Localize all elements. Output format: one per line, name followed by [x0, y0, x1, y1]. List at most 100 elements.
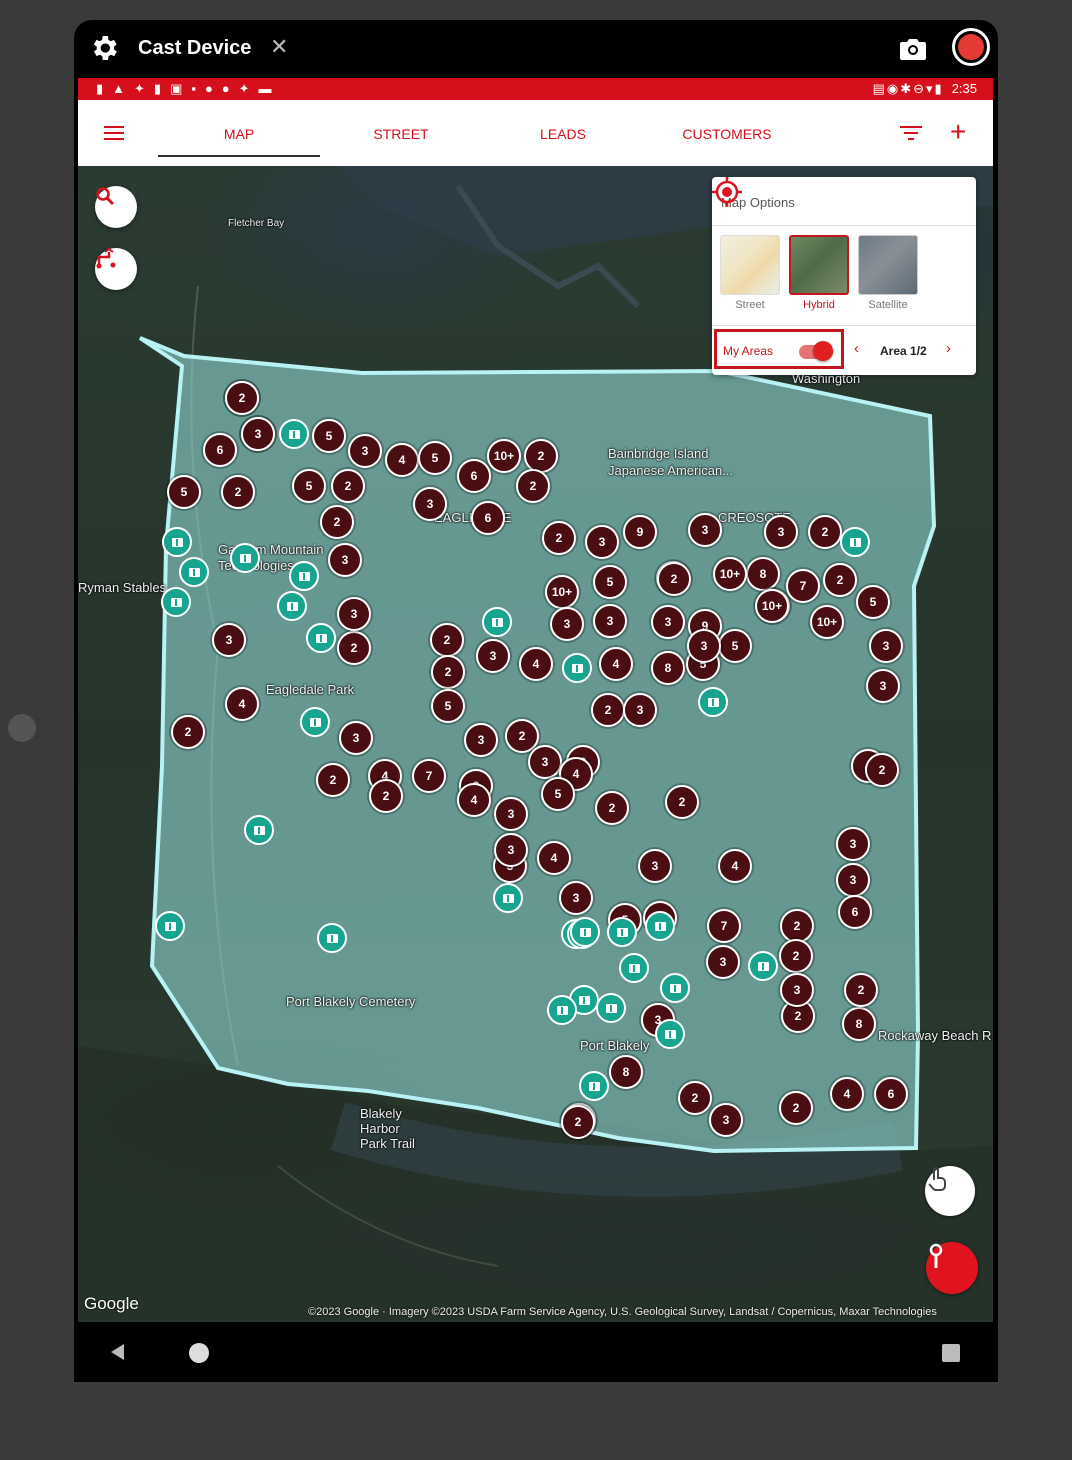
customer-marker[interactable]: [547, 995, 577, 1025]
map-type-hybrid[interactable]: [789, 235, 849, 295]
lead-cluster[interactable]: 3: [339, 721, 373, 755]
my-areas-toggle-knob[interactable]: [813, 341, 833, 361]
lead-cluster[interactable]: 7: [412, 759, 446, 793]
customer-marker[interactable]: [493, 883, 523, 913]
customer-marker[interactable]: [596, 993, 626, 1023]
lead-cluster[interactable]: 3: [464, 723, 498, 757]
lead-cluster[interactable]: 3: [764, 515, 798, 549]
map-view[interactable]: Bainbridge Island Japanese American... E…: [78, 166, 993, 1322]
customer-marker[interactable]: [748, 951, 778, 981]
lead-cluster[interactable]: 2: [657, 562, 691, 596]
lead-cluster[interactable]: 3: [494, 833, 528, 867]
lead-cluster[interactable]: 3: [328, 543, 362, 577]
lead-cluster[interactable]: 3: [585, 525, 619, 559]
customer-marker[interactable]: [660, 973, 690, 1003]
lead-cluster[interactable]: 5: [312, 419, 346, 453]
customer-marker[interactable]: [306, 623, 336, 653]
lead-cluster[interactable]: 10+: [545, 575, 579, 609]
customer-marker[interactable]: [579, 1071, 609, 1101]
lead-cluster[interactable]: 2: [779, 1091, 813, 1125]
lead-cluster[interactable]: 2: [561, 1105, 595, 1139]
lead-cluster[interactable]: 6: [457, 459, 491, 493]
lead-cluster[interactable]: 4: [718, 849, 752, 883]
customer-marker[interactable]: [645, 911, 675, 941]
customer-marker[interactable]: [279, 419, 309, 449]
lead-cluster[interactable]: 4: [385, 443, 419, 477]
customer-marker[interactable]: [300, 707, 330, 737]
back-icon[interactable]: [108, 1342, 128, 1362]
lead-cluster[interactable]: 3: [869, 629, 903, 663]
recents-icon[interactable]: [942, 1344, 960, 1362]
camera-icon[interactable]: [898, 36, 928, 62]
lead-cluster[interactable]: 3: [241, 417, 275, 451]
lead-cluster[interactable]: 2: [665, 785, 699, 819]
lead-cluster[interactable]: 3: [638, 849, 672, 883]
map-type-satellite[interactable]: [858, 235, 918, 295]
lead-cluster[interactable]: 5: [418, 441, 452, 475]
lead-cluster[interactable]: 2: [779, 939, 813, 973]
route-button[interactable]: [95, 248, 137, 290]
lead-cluster[interactable]: 2: [591, 693, 625, 727]
lead-cluster[interactable]: 4: [225, 687, 259, 721]
lead-cluster[interactable]: 2: [678, 1081, 712, 1115]
lead-cluster[interactable]: 3: [559, 881, 593, 915]
customer-marker[interactable]: [619, 953, 649, 983]
tab-map[interactable]: MAP: [158, 126, 320, 142]
customer-marker[interactable]: [162, 527, 192, 557]
customer-marker[interactable]: [179, 557, 209, 587]
lead-cluster[interactable]: 4: [519, 647, 553, 681]
lead-cluster[interactable]: 10+: [713, 557, 747, 591]
lead-cluster[interactable]: 5: [593, 565, 627, 599]
filter-icon[interactable]: [900, 124, 922, 142]
lead-cluster[interactable]: 2: [369, 779, 403, 813]
customer-marker[interactable]: [317, 923, 347, 953]
customer-marker[interactable]: [570, 917, 600, 947]
lead-cluster[interactable]: 2: [542, 521, 576, 555]
lead-cluster[interactable]: 9: [623, 515, 657, 549]
lead-cluster[interactable]: 2: [431, 655, 465, 689]
customer-marker[interactable]: [698, 687, 728, 717]
lead-cluster[interactable]: 8: [842, 1007, 876, 1041]
lead-cluster[interactable]: 2: [595, 791, 629, 825]
lead-cluster[interactable]: 3: [651, 605, 685, 639]
lead-cluster[interactable]: 2: [823, 563, 857, 597]
menu-icon[interactable]: [104, 125, 124, 141]
lead-cluster[interactable]: 3: [476, 639, 510, 673]
lead-cluster[interactable]: 3: [337, 597, 371, 631]
lead-cluster[interactable]: 3: [866, 669, 900, 703]
lead-cluster[interactable]: 5: [718, 629, 752, 663]
lead-cluster[interactable]: 10+: [755, 589, 789, 623]
customer-marker[interactable]: [155, 911, 185, 941]
lead-cluster[interactable]: 5: [167, 475, 201, 509]
search-button[interactable]: [95, 186, 137, 228]
drop-pin-button[interactable]: [926, 1242, 978, 1294]
customer-marker[interactable]: [161, 587, 191, 617]
lead-cluster[interactable]: 3: [709, 1103, 743, 1137]
customer-marker[interactable]: [840, 527, 870, 557]
customer-marker[interactable]: [277, 591, 307, 621]
lead-cluster[interactable]: 4: [599, 647, 633, 681]
lead-cluster[interactable]: 2: [524, 439, 558, 473]
lead-cluster[interactable]: 5: [856, 585, 890, 619]
lead-cluster[interactable]: 2: [225, 381, 259, 415]
customer-marker[interactable]: [482, 607, 512, 637]
lead-cluster[interactable]: 8: [609, 1055, 643, 1089]
lead-cluster[interactable]: 3: [780, 973, 814, 1007]
lead-cluster[interactable]: 6: [838, 895, 872, 929]
lead-cluster[interactable]: 3: [348, 434, 382, 468]
customer-marker[interactable]: [607, 917, 637, 947]
lead-cluster[interactable]: 3: [550, 607, 584, 641]
lead-cluster[interactable]: 3: [623, 693, 657, 727]
lead-cluster[interactable]: 2: [221, 475, 255, 509]
lead-cluster[interactable]: 4: [830, 1077, 864, 1111]
customer-marker[interactable]: [244, 815, 274, 845]
lead-cluster[interactable]: 6: [874, 1077, 908, 1111]
lead-cluster[interactable]: 7: [786, 569, 820, 603]
lead-cluster[interactable]: 3: [836, 863, 870, 897]
lead-cluster[interactable]: 2: [516, 469, 550, 503]
area-next-button[interactable]: ›: [946, 340, 951, 357]
lead-cluster[interactable]: 3: [494, 797, 528, 831]
gear-icon[interactable]: [88, 32, 120, 64]
lead-cluster[interactable]: 5: [541, 777, 575, 811]
tab-leads[interactable]: LEADS: [482, 126, 644, 142]
